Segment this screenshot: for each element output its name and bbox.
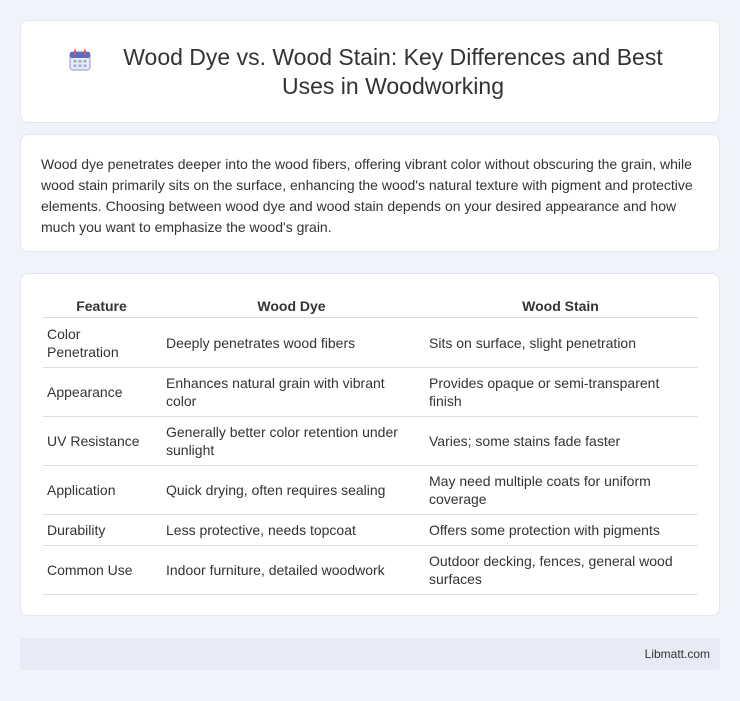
wood-dye-cell: Quick drying, often requires sealing xyxy=(160,466,423,515)
wood-stain-cell: Offers some protection with pigments xyxy=(423,515,698,546)
footer: Libmatt.com xyxy=(20,638,720,670)
column-header-feature: Feature xyxy=(43,296,160,318)
table-row: UV Resistance Generally better color ret… xyxy=(43,417,698,466)
wood-dye-cell: Enhances natural grain with vibrant colo… xyxy=(160,368,423,417)
intro-paragraph: Wood dye penetrates deeper into the wood… xyxy=(41,156,693,235)
table-row: Application Quick drying, often requires… xyxy=(43,466,698,515)
wood-stain-cell: Provides opaque or semi-transparent fini… xyxy=(423,368,698,417)
column-header-wood-dye: Wood Dye xyxy=(160,296,423,318)
feature-cell: Appearance xyxy=(43,368,160,417)
feature-cell: Application xyxy=(43,466,160,515)
footer-brand: Libmatt.com xyxy=(644,647,710,661)
comparison-table-card: Feature Wood Dye Wood Stain Color Penetr… xyxy=(20,273,720,616)
comparison-table: Feature Wood Dye Wood Stain Color Penetr… xyxy=(43,296,698,595)
title-wrap: Wood Dye vs. Wood Stain: Key Differences… xyxy=(50,43,690,101)
wood-stain-cell: Varies; some stains fade faster xyxy=(423,417,698,466)
table-header-row: Feature Wood Dye Wood Stain xyxy=(43,296,698,318)
table-row: Common Use Indoor furniture, detailed wo… xyxy=(43,546,698,595)
wood-stain-cell: Sits on surface, slight penetration xyxy=(423,318,698,368)
calendar-icon xyxy=(69,49,91,71)
intro-card: Wood dye penetrates deeper into the wood… xyxy=(20,134,720,252)
feature-cell: Durability xyxy=(43,515,160,546)
wood-dye-cell: Generally better color retention under s… xyxy=(160,417,423,466)
wood-dye-cell: Indoor furniture, detailed woodwork xyxy=(160,546,423,595)
wood-dye-cell: Less protective, needs topcoat xyxy=(160,515,423,546)
page-title: Wood Dye vs. Wood Stain: Key Differences… xyxy=(123,43,663,99)
table-row: Appearance Enhances natural grain with v… xyxy=(43,368,698,417)
wood-stain-cell: May need multiple coats for uniform cove… xyxy=(423,466,698,515)
column-header-wood-stain: Wood Stain xyxy=(423,296,698,318)
feature-cell: Common Use xyxy=(43,546,160,595)
header-card: Wood Dye vs. Wood Stain: Key Differences… xyxy=(20,20,720,123)
wood-dye-cell: Deeply penetrates wood fibers xyxy=(160,318,423,368)
feature-cell: Color Penetration xyxy=(43,318,160,368)
table-row: Durability Less protective, needs topcoa… xyxy=(43,515,698,546)
wood-stain-cell: Outdoor decking, fences, general wood su… xyxy=(423,546,698,595)
feature-cell: UV Resistance xyxy=(43,417,160,466)
table-row: Color Penetration Deeply penetrates wood… xyxy=(43,318,698,368)
